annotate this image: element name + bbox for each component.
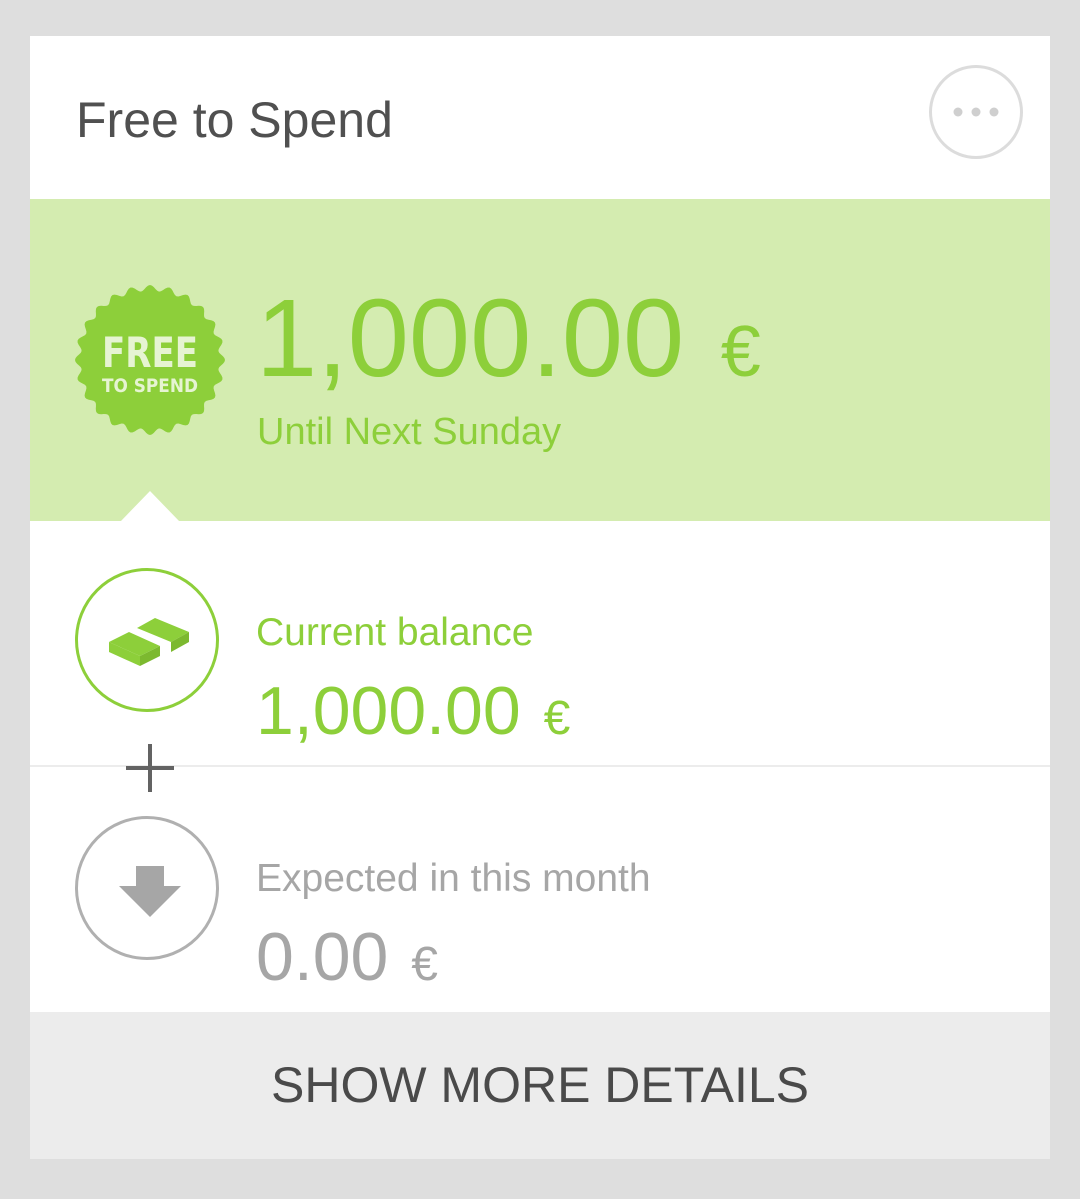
expected-income-currency: € [411,938,438,991]
card-header: Free to Spend [30,36,1050,199]
expected-income-row: Expected in this month 0.00 € [30,767,1050,1012]
free-to-spend-period: Until Next Sunday [257,411,562,453]
free-to-spend-amount: 1,000.00 € [256,279,761,412]
free-to-spend-card: Free to Spend FREE TO SPEND 1,000.00 € U… [30,36,1050,1159]
free-to-spend-value: 1,000.00 [256,277,685,400]
current-balance-currency: € [543,692,571,745]
expected-income-label: Expected in this month [256,857,651,900]
current-balance-label: Current balance [256,611,534,654]
expected-income-amount: 0.00 € [256,917,438,1005]
free-to-spend-badge-icon: FREE TO SPEND [75,285,225,435]
hero-pointer [120,491,180,522]
show-more-details-button[interactable]: SHOW MORE DETAILS [30,1012,1050,1159]
expected-income-value: 0.00 [256,919,389,995]
badge-text-free: FREE [102,328,198,377]
current-balance-amount: 1,000.00 € [256,671,570,759]
badge-text-to-spend: TO SPEND [102,375,198,397]
money-bills-icon [109,618,189,666]
ellipsis-icon [953,107,999,117]
more-options-button[interactable] [929,65,1023,159]
expected-income-icon-circle [75,816,219,960]
download-arrow-icon [119,866,181,917]
free-to-spend-currency: € [720,312,761,392]
current-balance-icon-circle [75,568,219,712]
current-balance-value: 1,000.00 [256,673,521,749]
card-title: Free to Spend [76,92,393,148]
current-balance-row: Current balance 1,000.00 € [30,521,1050,765]
